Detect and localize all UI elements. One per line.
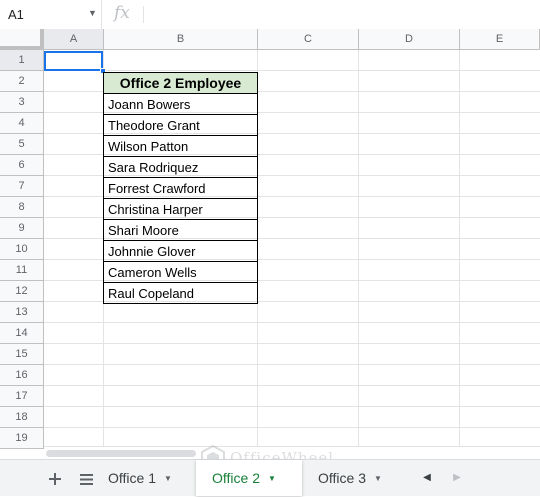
scroll-tabs-right-button[interactable]: ▶ xyxy=(448,468,466,488)
column-header-c[interactable]: C xyxy=(258,29,359,50)
table-cell[interactable]: Shari Moore xyxy=(103,219,258,241)
table-header-row: Office 2 Employee xyxy=(103,72,258,94)
row-header[interactable]: 4 xyxy=(0,113,44,134)
table-cell[interactable]: Christina Harper xyxy=(103,198,258,220)
row-header[interactable]: 15 xyxy=(0,344,44,365)
sheet-tab-label: Office 1 xyxy=(108,470,156,486)
row-header[interactable]: 17 xyxy=(0,386,44,407)
scrollbar-thumb[interactable] xyxy=(46,450,196,457)
row-header[interactable]: 3 xyxy=(0,92,44,113)
formula-input[interactable] xyxy=(152,7,532,23)
table-row: Joann Bowers xyxy=(103,93,258,115)
table-row: Forrest Crawford xyxy=(103,177,258,199)
column-header-b[interactable]: B xyxy=(104,29,258,50)
formula-divider xyxy=(143,6,144,23)
row-header[interactable]: 16 xyxy=(0,365,44,386)
table-cell[interactable]: Wilson Patton xyxy=(103,135,258,157)
table-header-cell[interactable]: Office 2 Employee xyxy=(103,72,258,94)
gridline xyxy=(44,385,540,386)
row-header[interactable]: 8 xyxy=(0,197,44,218)
table-cell[interactable]: Sara Rodriquez xyxy=(103,156,258,178)
gridline xyxy=(358,50,359,446)
employee-table: Office 2 Employee Joann Bowers Theodore … xyxy=(103,72,258,304)
sheet-tab-label: Office 2 xyxy=(212,470,260,486)
row-header[interactable]: 6 xyxy=(0,155,44,176)
fx-icon: fx xyxy=(114,3,130,23)
all-sheets-button[interactable] xyxy=(75,468,97,488)
table-row: Shari Moore xyxy=(103,219,258,241)
sheet-tab-office-3[interactable]: Office 3 ▼ xyxy=(318,460,382,496)
table-row: Wilson Patton xyxy=(103,135,258,157)
row-header[interactable]: 10 xyxy=(0,239,44,260)
sheet-tab-office-2[interactable]: Office 2 ▼ xyxy=(196,460,302,496)
gridline xyxy=(44,427,540,428)
sheet-tab-bar: Office 1 ▼ Office 2 ▼ Office 3 ▼ ◀ ▶ xyxy=(0,459,540,496)
row-header[interactable]: 18 xyxy=(0,407,44,428)
caret-down-icon[interactable]: ▼ xyxy=(374,474,382,483)
table-cell[interactable]: Joann Bowers xyxy=(103,93,258,115)
select-all-corner[interactable] xyxy=(0,29,44,50)
sheet-tab-label: Office 3 xyxy=(318,470,366,486)
table-row: Raul Copeland xyxy=(103,282,258,304)
row-header[interactable]: 14 xyxy=(0,323,44,344)
table-cell[interactable]: Theodore Grant xyxy=(103,114,258,136)
active-cell-a1[interactable] xyxy=(44,51,103,71)
table-row: Sara Rodriquez xyxy=(103,156,258,178)
row-header[interactable]: 11 xyxy=(0,260,44,281)
caret-down-icon[interactable]: ▼ xyxy=(268,474,276,483)
row-header[interactable]: 13 xyxy=(0,302,44,323)
menu-list-icon xyxy=(79,473,93,485)
table-cell[interactable]: Raul Copeland xyxy=(103,282,258,304)
row-header[interactable]: 1 xyxy=(0,50,44,71)
table-row: Johnnie Glover xyxy=(103,240,258,262)
sheet-tab-office-1[interactable]: Office 1 ▼ xyxy=(108,460,182,496)
row-header[interactable]: 12 xyxy=(0,281,44,302)
table-row: Cameron Wells xyxy=(103,261,258,283)
gridline xyxy=(44,322,540,323)
scroll-tabs-left-button[interactable]: ◀ xyxy=(418,468,436,488)
row-header[interactable]: 5 xyxy=(0,134,44,155)
add-sheet-button[interactable] xyxy=(44,468,66,488)
table-row: Christina Harper xyxy=(103,198,258,220)
table-row: Theodore Grant xyxy=(103,114,258,136)
table-cell[interactable]: Cameron Wells xyxy=(103,261,258,283)
column-header-a[interactable]: A xyxy=(44,29,104,50)
gridline xyxy=(44,70,540,71)
column-header-d[interactable]: D xyxy=(359,29,460,50)
row-header[interactable]: 9 xyxy=(0,218,44,239)
row-header[interactable]: 7 xyxy=(0,176,44,197)
gridline xyxy=(459,50,460,446)
name-box[interactable]: A1 ▼ xyxy=(0,0,102,29)
row-header[interactable]: 2 xyxy=(0,71,44,92)
column-header-e[interactable]: E xyxy=(460,29,540,50)
caret-down-icon[interactable]: ▼ xyxy=(164,474,172,483)
gridline xyxy=(44,343,540,344)
formula-bar: A1 ▼ fx xyxy=(0,0,540,30)
table-cell[interactable]: Johnnie Glover xyxy=(103,240,258,262)
chevron-down-icon[interactable]: ▼ xyxy=(88,8,97,18)
gridline xyxy=(44,406,540,407)
gridline xyxy=(44,364,540,365)
name-box-value: A1 xyxy=(8,7,24,22)
table-cell[interactable]: Forrest Crawford xyxy=(103,177,258,199)
plus-icon xyxy=(49,473,61,486)
row-header[interactable]: 19 xyxy=(0,428,44,449)
